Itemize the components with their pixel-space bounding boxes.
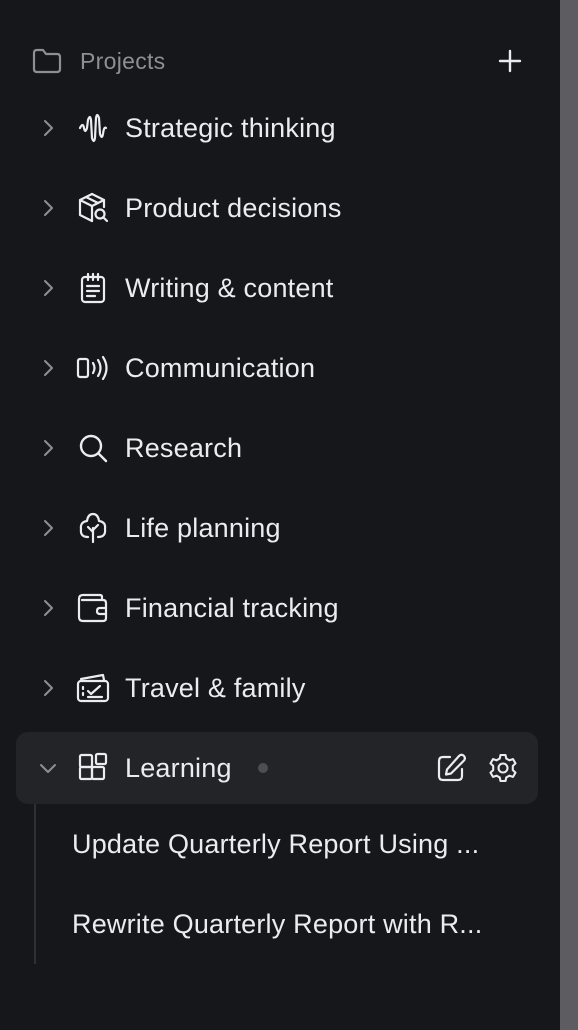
wallet-icon bbox=[76, 591, 110, 625]
chevron-right-icon[interactable] bbox=[34, 674, 62, 702]
waveform-icon bbox=[76, 111, 110, 145]
tree-icon bbox=[76, 511, 110, 545]
chevron-right-icon[interactable] bbox=[34, 514, 62, 542]
projects-sidebar: Projects Strategic thinking Product deci… bbox=[0, 0, 560, 1030]
project-item-travel-family[interactable]: Travel & family bbox=[16, 652, 538, 724]
project-settings-button[interactable] bbox=[484, 749, 522, 787]
project-label: Life planning bbox=[125, 512, 281, 543]
project-label: Communication bbox=[125, 352, 316, 383]
chevron-right-icon[interactable] bbox=[34, 354, 62, 382]
chevron-down-icon[interactable] bbox=[34, 754, 62, 782]
projects-header: Projects bbox=[32, 40, 528, 82]
project-label: Writing & content bbox=[125, 272, 334, 303]
project-label: Product decisions bbox=[125, 192, 342, 223]
ticket-icon bbox=[76, 671, 110, 705]
project-item-strategic-thinking[interactable]: Strategic thinking bbox=[16, 92, 538, 164]
chat-item[interactable]: Rewrite Quarterly Report with R... bbox=[72, 894, 512, 954]
project-actions bbox=[432, 749, 522, 787]
project-label: Strategic thinking bbox=[125, 112, 336, 143]
chevron-right-icon[interactable] bbox=[34, 434, 62, 462]
status-dot bbox=[257, 763, 268, 773]
project-label: Learning bbox=[125, 752, 232, 783]
chevron-right-icon[interactable] bbox=[34, 114, 62, 142]
project-item-financial-tracking[interactable]: Financial tracking bbox=[16, 572, 538, 644]
add-project-button[interactable] bbox=[492, 43, 528, 79]
chevron-right-icon[interactable] bbox=[34, 594, 62, 622]
folder-icon bbox=[32, 47, 64, 75]
broadcast-icon bbox=[76, 351, 110, 385]
search-icon bbox=[76, 431, 110, 465]
learning-children: Update Quarterly Report Using ... Rewrit… bbox=[34, 804, 536, 964]
chevron-right-icon[interactable] bbox=[34, 194, 62, 222]
blocks-icon bbox=[76, 751, 110, 785]
chevron-right-icon[interactable] bbox=[34, 274, 62, 302]
project-label: Research bbox=[125, 432, 243, 463]
project-label: Travel & family bbox=[125, 672, 306, 703]
edit-project-button[interactable] bbox=[432, 749, 470, 787]
project-item-product-decisions[interactable]: Product decisions bbox=[16, 172, 538, 244]
project-item-communication[interactable]: Communication bbox=[16, 332, 538, 404]
projects-title: Projects bbox=[80, 47, 166, 74]
package-search-icon bbox=[76, 191, 110, 225]
scrollbar[interactable] bbox=[560, 0, 578, 1030]
notepad-icon bbox=[76, 271, 110, 305]
project-item-research[interactable]: Research bbox=[16, 412, 538, 484]
project-label: Financial tracking bbox=[125, 592, 339, 623]
chat-item[interactable]: Update Quarterly Report Using ... bbox=[72, 814, 512, 874]
project-item-learning[interactable]: Learning bbox=[16, 732, 538, 804]
project-item-life-planning[interactable]: Life planning bbox=[16, 492, 538, 564]
project-item-writing-content[interactable]: Writing & content bbox=[16, 252, 538, 324]
